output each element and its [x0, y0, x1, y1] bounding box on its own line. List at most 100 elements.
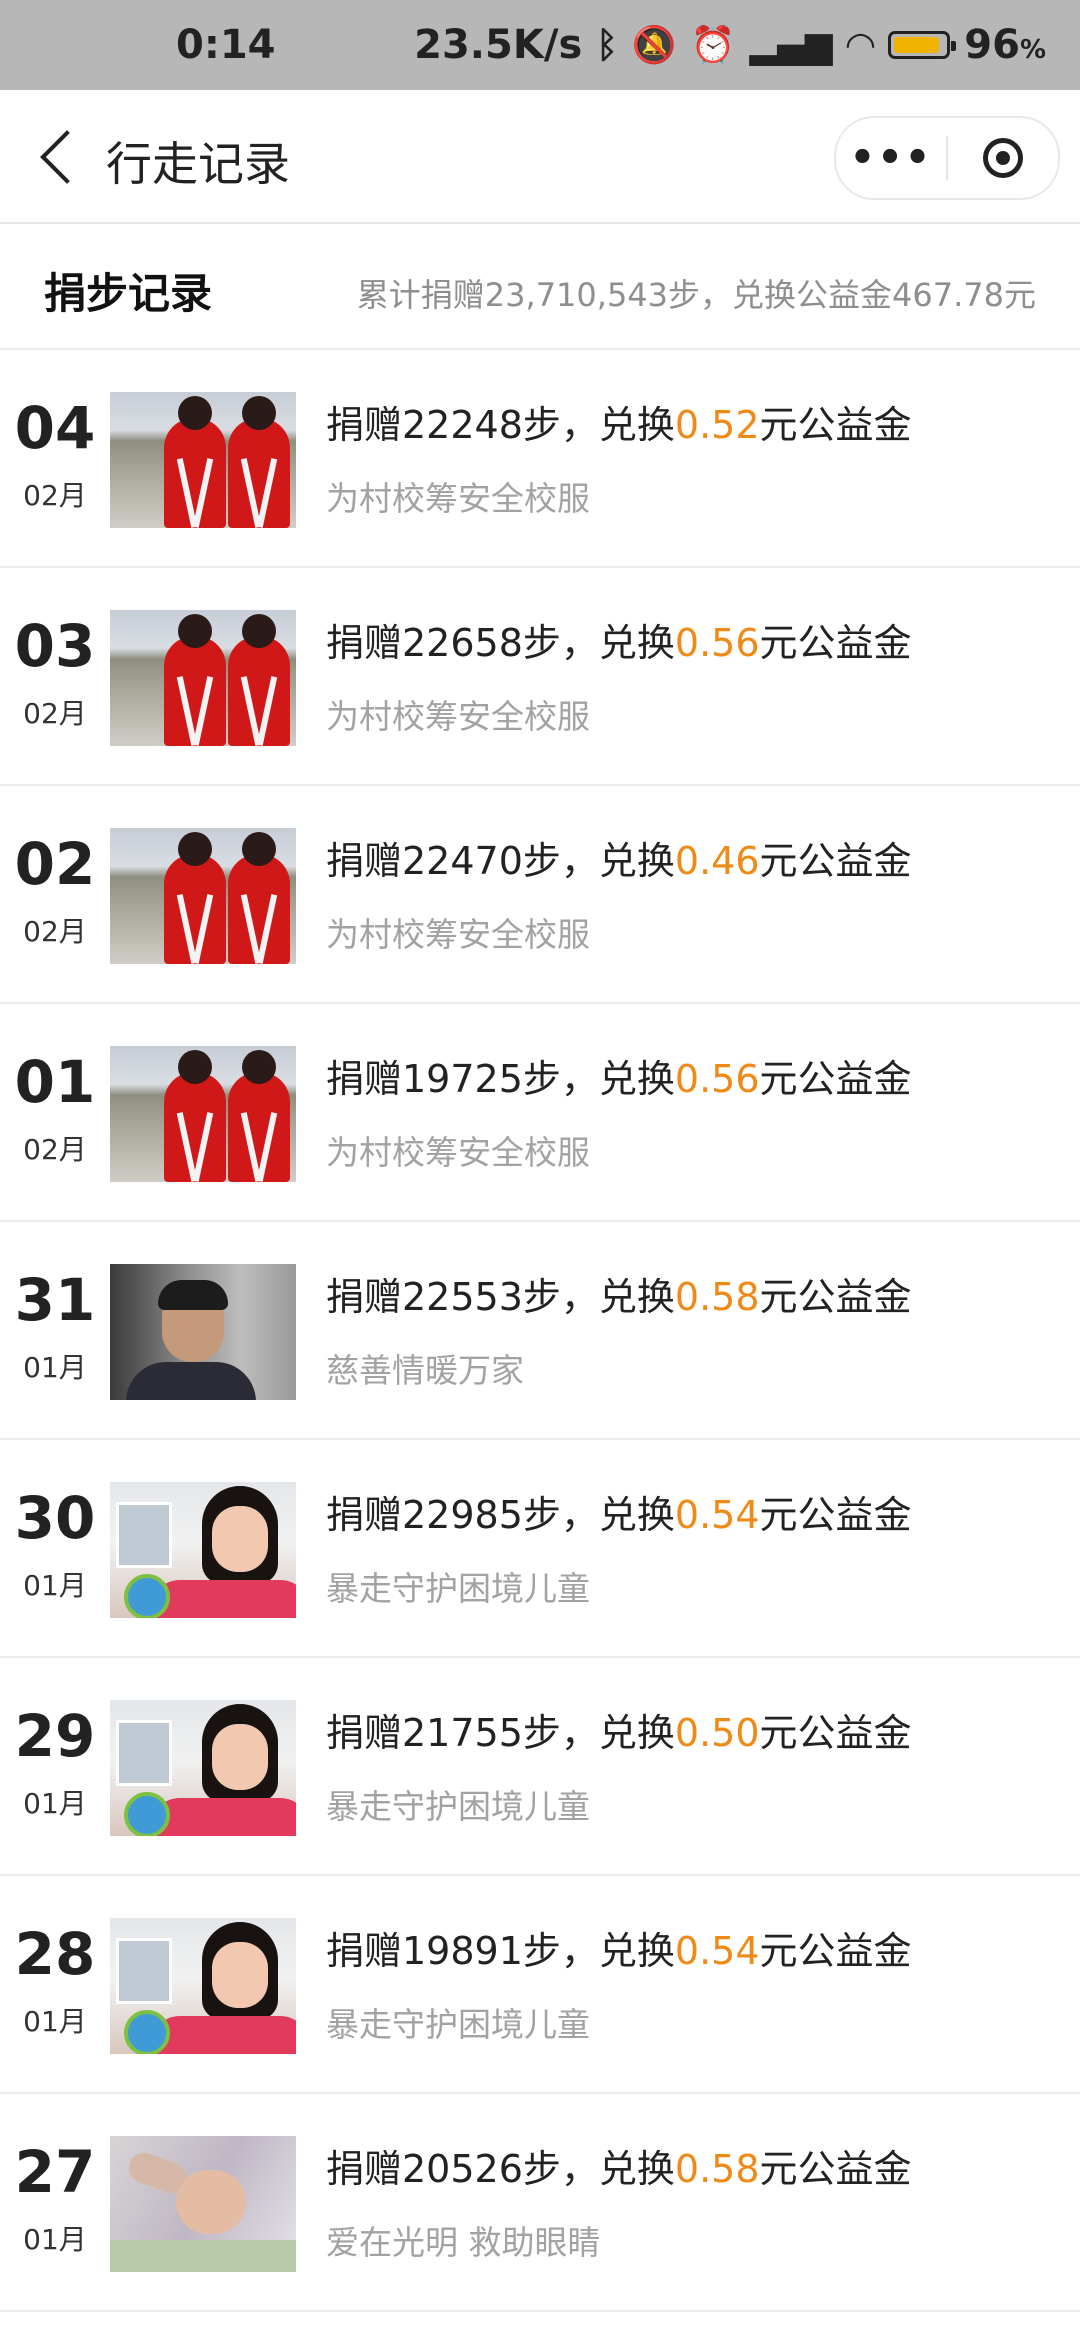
- more-dots-icon[interactable]: •••: [836, 138, 946, 178]
- record-row[interactable]: 02 02月 捐赠22470步，兑换0.46元公益金 为村校筹安全校服: [0, 786, 1080, 1004]
- record-day: 29: [14, 1702, 96, 1770]
- record-day: 28: [14, 1920, 96, 1988]
- record-day: 30: [14, 1484, 96, 1552]
- record-day: 02: [14, 830, 96, 898]
- status-icons: 23.5K/s ᛒ 🔕 ⏰ ▂▄▆ ◠ 96%: [414, 22, 1046, 68]
- record-unit-text: 元公益金: [759, 621, 912, 665]
- record-amount: 0.52: [674, 403, 760, 447]
- project-thumbnail[interactable]: [110, 1482, 296, 1618]
- record-amount: 0.56: [674, 621, 760, 665]
- record-project: 慈善情暖万家: [326, 1351, 524, 1390]
- record-month: 02月: [23, 697, 87, 730]
- project-thumbnail[interactable]: [110, 610, 296, 746]
- status-bar: 0:14 23.5K/s ᛒ 🔕 ⏰ ▂▄▆ ◠ 96%: [0, 0, 1080, 90]
- project-thumbnail[interactable]: [110, 1046, 296, 1182]
- record-unit-text: 元公益金: [759, 1493, 912, 1537]
- project-thumbnail[interactable]: [110, 2136, 296, 2272]
- record-info: 捐赠19725步，兑换0.56元公益金为村校筹安全校服: [326, 1054, 912, 1174]
- record-info: 捐赠22985步，兑换0.54元公益金暴走守护困境儿童: [326, 1490, 912, 1610]
- record-steps-text: 捐赠22248步，兑换: [326, 403, 675, 447]
- record-day: 27: [14, 2138, 96, 2206]
- record-project: 为村校筹安全校服: [326, 479, 590, 518]
- signal-icon: ▂▄▆: [749, 24, 833, 66]
- record-amount: 0.54: [674, 1929, 760, 1973]
- record-summary: 捐赠20526步，兑换0.58元公益金: [326, 2144, 912, 2194]
- wifi-icon: ◠: [846, 24, 875, 66]
- mute-icon: 🔕: [631, 25, 677, 66]
- record-amount: 0.58: [674, 1275, 760, 1319]
- battery-icon: [888, 31, 957, 59]
- mini-program-capsule: •••: [834, 116, 1060, 200]
- record-date: 29 01月: [0, 1704, 110, 1822]
- record-row[interactable]: 31 01月 捐赠22553步，兑换0.58元公益金 慈善情暖万家: [0, 1222, 1080, 1440]
- record-summary: 捐赠21755步，兑换0.50元公益金: [326, 1708, 912, 1758]
- record-project: 为村校筹安全校服: [326, 697, 590, 736]
- record-row[interactable]: 30 01月 捐赠22985步，兑换0.54元公益金暴走守护困境儿童: [0, 1440, 1080, 1658]
- project-thumbnail[interactable]: [110, 1700, 296, 1836]
- nav-bar: 行走记录 •••: [0, 90, 1080, 224]
- record-unit-text: 元公益金: [759, 2147, 912, 2191]
- record-steps-text: 捐赠21755步，兑换: [326, 1711, 675, 1755]
- status-time: 0:14: [176, 22, 276, 68]
- record-row[interactable]: 01 02月 捐赠19725步，兑换0.56元公益金为村校筹安全校服: [0, 1004, 1080, 1222]
- record-summary: 捐赠22658步，兑换0.56元公益金: [326, 618, 912, 668]
- record-steps-text: 捐赠22553步，兑换: [326, 1275, 675, 1319]
- record-month: 01月: [23, 2223, 87, 2256]
- record-amount: 0.54: [674, 1493, 760, 1537]
- record-project: 为村校筹安全校服: [326, 1133, 590, 1172]
- record-summary: 捐赠22985步，兑换0.54元公益金: [326, 1490, 912, 1540]
- record-unit-text: 元公益金: [759, 1929, 912, 1973]
- record-steps-text: 捐赠20526步，兑换: [326, 2147, 675, 2191]
- record-project: 暴走守护困境儿童: [326, 1569, 590, 1608]
- record-amount: 0.56: [674, 1057, 760, 1101]
- record-row[interactable]: 29 01月 捐赠21755步，兑换0.50元公益金暴走守护困境儿童: [0, 1658, 1080, 1876]
- record-info: 捐赠22553步，兑换0.58元公益金慈善情暖万家: [326, 1272, 912, 1392]
- project-thumbnail[interactable]: [110, 1918, 296, 2054]
- record-steps-text: 捐赠19891步，兑换: [326, 1929, 675, 1973]
- record-month: 01月: [23, 2005, 87, 2038]
- record-row[interactable]: 03 02月 捐赠22658步，兑换0.56元公益金为村校筹安全校服: [0, 568, 1080, 786]
- record-info: 捐赠19891步，兑换0.54元公益金 暴走守护困境儿童: [326, 1926, 912, 2046]
- record-date: 27 01月: [0, 2140, 110, 2258]
- record-month: 02月: [23, 479, 87, 512]
- record-unit-text: 元公益金: [759, 1711, 912, 1755]
- bluetooth-icon: ᛒ: [596, 24, 618, 66]
- record-day: 03: [14, 612, 96, 680]
- record-date: 30 01月: [0, 1486, 110, 1604]
- record-amount: 0.50: [674, 1711, 760, 1755]
- record-row[interactable]: 28 01月 捐赠19891步，兑换0.54元公益金 暴走守护困境儿童: [0, 1876, 1080, 2094]
- alarm-icon: ⏰: [690, 25, 736, 66]
- record-summary: 捐赠22553步，兑换0.58元公益金: [326, 1272, 912, 1322]
- record-row[interactable]: 27 01月 捐赠20526步，兑换0.58元公益金 爱在光明 救助眼睛: [0, 2094, 1080, 2312]
- record-day: 01: [14, 1048, 96, 1116]
- record-date: 28 01月: [0, 1922, 110, 2040]
- record-summary: 捐赠19725步，兑换0.56元公益金: [326, 1054, 912, 1104]
- record-day: 04: [14, 394, 96, 462]
- summary-title: 捐步记录: [44, 269, 213, 318]
- record-info: 捐赠20526步，兑换0.58元公益金 爱在光明 救助眼睛: [326, 2144, 912, 2264]
- record-unit-text: 元公益金: [759, 1057, 912, 1101]
- target-close-icon[interactable]: [948, 138, 1058, 178]
- record-unit-text: 元公益金: [759, 403, 912, 447]
- record-date: 03 02月: [0, 614, 110, 732]
- record-date: 01 02月: [0, 1050, 110, 1168]
- record-month: 01月: [23, 1569, 87, 1602]
- project-thumbnail[interactable]: [110, 828, 296, 964]
- battery-percent: 96%: [964, 22, 1046, 68]
- record-steps-text: 捐赠22985步，兑换: [326, 1493, 675, 1537]
- record-summary: 捐赠22470步，兑换0.46元公益金: [326, 836, 912, 886]
- record-info: 捐赠21755步，兑换0.50元公益金暴走守护困境儿童: [326, 1708, 912, 1828]
- record-summary: 捐赠22248步，兑换0.52元公益金: [326, 400, 912, 450]
- record-info: 捐赠22658步，兑换0.56元公益金为村校筹安全校服: [326, 618, 912, 738]
- project-thumbnail[interactable]: [110, 392, 296, 528]
- record-row[interactable]: 04 02月 捐赠22248步，兑换0.52元公益金为村校筹安全校服: [0, 350, 1080, 568]
- record-project: 暴走守护困境儿童: [326, 1787, 590, 1826]
- project-thumbnail[interactable]: [110, 1264, 296, 1400]
- record-month: 01月: [23, 1787, 87, 1820]
- record-date: 02 02月: [0, 832, 110, 950]
- page-title: 行走记录: [106, 137, 290, 191]
- record-summary: 捐赠19891步，兑换0.54元公益金: [326, 1926, 912, 1976]
- record-unit-text: 元公益金: [759, 839, 912, 883]
- record-unit-text: 元公益金: [759, 1275, 912, 1319]
- back-arrow-icon[interactable]: [34, 128, 86, 184]
